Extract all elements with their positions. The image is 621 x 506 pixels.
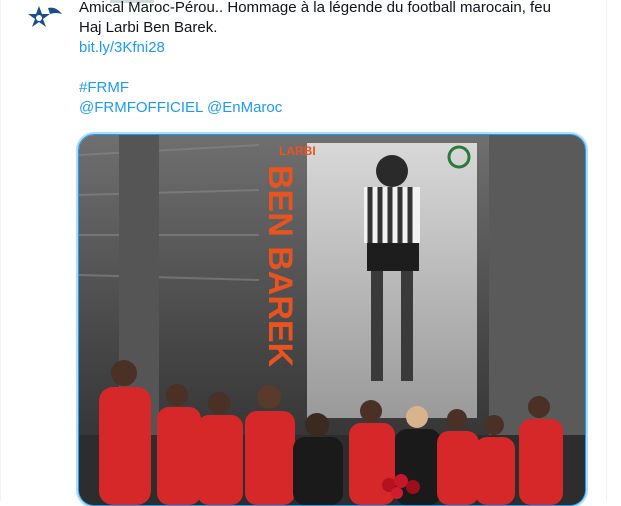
tweet-text-line-1: Amical Maroc-Pérou.. Hommage à la légend… [79,0,551,16]
short-link[interactable]: bit.ly/3Kfni28 [79,39,165,56]
frmf-star-logo-icon [24,2,68,32]
mention-enmaroc[interactable]: @EnMaroc [207,99,282,116]
banner-larbi: LARBI [279,144,316,158]
avatar[interactable] [24,2,68,32]
timeline-right-border [606,0,607,501]
team-photo-image: LARBI BEN BAREK [79,135,585,505]
tweet-text: Amical Maroc-Pérou.. Hommage à la légend… [79,0,599,118]
mention-frmfofficiel[interactable]: @FRMFOFFICIEL [79,99,203,116]
timeline-left-border [0,0,1,501]
tweet-text-line-2: Haj Larbi Ben Barek. [79,19,218,36]
hashtag-link[interactable]: #FRMF [79,79,129,96]
tweet-photo[interactable]: LARBI BEN BAREK [78,134,586,506]
banner-ben-barek: BEN BAREK [261,165,299,368]
